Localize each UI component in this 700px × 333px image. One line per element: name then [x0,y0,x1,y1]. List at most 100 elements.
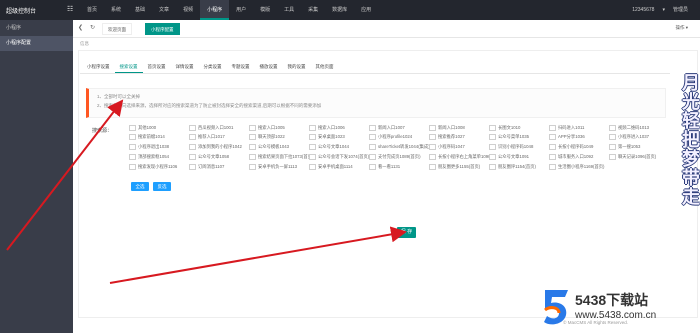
search-channel-checkbox[interactable]: 西瓜视频入口1001 [189,124,249,131]
account-name[interactable]: 管理员 [673,0,688,20]
checkbox-icon[interactable] [609,153,616,160]
search-channel-checkbox[interactable]: 顶部搜索框1054 [129,153,189,160]
search-channel-checkbox[interactable]: 扫码进入1011 [549,124,609,131]
search-channel-checkbox[interactable]: 公众号文章1058 [189,153,249,160]
search-channel-checkbox[interactable]: 视频二维码1013 [609,124,669,131]
search-channel-checkbox[interactable]: 支付完成页1089(首页) [369,153,429,160]
checkbox-icon[interactable] [609,134,616,141]
checkbox-icon[interactable] [549,163,556,170]
checkbox-icon[interactable] [369,124,376,131]
subtab-other-pages[interactable]: 其他页面 [311,61,339,73]
nav-system[interactable]: 系统 [104,0,128,20]
checkbox-icon[interactable] [489,163,496,170]
tab-mini-program-config[interactable]: 小程序配置 [145,23,180,35]
checkbox-icon[interactable] [609,124,616,131]
search-channel-checkbox[interactable]: 公众号文章1091 [489,153,549,160]
search-channel-checkbox[interactable]: 小程序profile1024 [369,134,429,141]
search-channel-checkbox[interactable]: 识别小程序码1048 [489,144,549,151]
checkbox-icon[interactable] [489,144,496,151]
search-channel-checkbox[interactable]: 搜索前缀1014 [129,134,189,141]
select-all-button[interactable]: 全选 [131,182,149,191]
search-channel-checkbox[interactable]: 新闻入口1007 [369,124,429,131]
checkbox-icon[interactable] [189,144,196,151]
search-channel-checkbox[interactable]: shareTicket转发1044(集成) [369,144,429,151]
tab-welcome[interactable]: 欢迎页面 [102,23,132,35]
checkbox-icon[interactable] [429,144,436,151]
refresh-icon[interactable]: ↻ [90,24,95,31]
search-channel-checkbox[interactable]: 搜索入口1006 [309,124,369,131]
search-channel-checkbox[interactable]: 新闻入口1008 [429,124,489,131]
search-channel-checkbox[interactable]: 公众号菜单1035 [489,134,549,141]
checkbox-icon[interactable] [489,124,496,131]
subtab-play-settings[interactable]: 播放设置 [255,61,283,73]
search-channel-checkbox[interactable]: 搜索推荐1027 [429,134,489,141]
checkbox-icon[interactable] [429,153,436,160]
search-channel-checkbox[interactable]: 搜索结果页面下拉1073(首页) [249,153,309,160]
search-channel-checkbox[interactable]: 安卓桌面1023 [309,134,369,141]
checkbox-icon[interactable] [309,163,316,170]
nav-collect[interactable]: 采集 [301,0,325,20]
checkbox-icon[interactable] [249,144,256,151]
search-channel-checkbox[interactable]: 聊天记录1096(首页) [609,153,669,160]
invert-selection-button[interactable]: 反选 [153,182,171,191]
checkbox-icon[interactable] [489,153,496,160]
checkbox-icon[interactable] [369,163,376,170]
menu-icon[interactable]: ☷ [67,5,73,13]
checkbox-icon[interactable] [489,134,496,141]
nav-tools[interactable]: 工具 [277,0,301,20]
sidebar-item-mini-program-config[interactable]: 小程序配置 [0,36,73,51]
subtab-detail-settings[interactable]: 详情设置 [171,61,199,73]
checkbox-icon[interactable] [309,124,316,131]
nav-home[interactable]: 首页 [80,0,104,20]
checkbox-icon[interactable] [189,153,196,160]
checkbox-icon[interactable] [249,134,256,141]
operations-dropdown[interactable]: 操作 ▾ [675,25,688,31]
nav-article[interactable]: 文章 [152,0,176,20]
subtab-search-settings[interactable]: 搜索设置 [114,61,143,73]
search-channel-checkbox[interactable]: 小程序码1047 [429,144,489,151]
nav-template[interactable]: 模版 [253,0,277,20]
checkbox-icon[interactable] [189,124,196,131]
checkbox-icon[interactable] [549,134,556,141]
search-channel-checkbox[interactable]: 长图文1010 [489,124,549,131]
checkbox-icon[interactable] [309,144,316,151]
checkbox-icon[interactable] [309,134,316,141]
search-channel-checkbox[interactable]: 长按小程序码1049 [549,144,609,151]
checkbox-icon[interactable] [129,124,136,131]
subtab-topic-settings[interactable]: 专题设置 [227,61,255,73]
checkbox-icon[interactable] [609,144,616,151]
search-channel-checkbox[interactable]: 小程序退出1038 [129,144,189,151]
search-channel-checkbox[interactable]: APP分享1036 [549,134,609,141]
search-channel-checkbox[interactable]: 长按小程序右上角菜单1090 [429,153,489,160]
nav-database[interactable]: 数据库 [325,0,354,20]
search-channel-checkbox[interactable]: 搜索发现小程序1106 [129,163,189,170]
search-channel-checkbox[interactable]: 小程序进入1037 [609,134,669,141]
nav-basic[interactable]: 基础 [128,0,152,20]
search-channel-checkbox[interactable]: 城市服务入口1092 [549,153,609,160]
subtab-mini-program-settings[interactable]: 小程序设置 [82,61,115,73]
subtab-home-settings[interactable]: 首页设置 [143,61,171,73]
save-button[interactable]: 保 存 [397,227,416,238]
checkbox-icon[interactable] [129,163,136,170]
search-channel-checkbox[interactable]: 搜索入口1005 [249,124,309,131]
search-channel-checkbox[interactable]: 其他1000 [129,124,189,131]
checkbox-icon[interactable] [189,134,196,141]
checkbox-icon[interactable] [309,153,316,160]
nav-apps[interactable]: 应用 [354,0,378,20]
search-channel-checkbox[interactable]: 看一看1131 [369,163,429,170]
checkbox-icon[interactable] [549,124,556,131]
search-channel-checkbox[interactable]: 公众号会话下发1074(首页) [309,153,369,160]
checkbox-icon[interactable] [369,153,376,160]
search-channel-checkbox[interactable]: 公众号模板1043 [249,144,309,151]
user-menu-icon[interactable]: ▾ [662,0,665,20]
nav-video[interactable]: 视频 [176,0,200,20]
search-channel-checkbox[interactable]: 安卓手机桌面1114 [309,163,369,170]
checkbox-icon[interactable] [129,153,136,160]
checkbox-icon[interactable] [429,124,436,131]
checkbox-icon[interactable] [429,163,436,170]
admin-logo[interactable]: 超级控制台 [6,6,36,15]
search-channel-checkbox[interactable]: 朋友圈更多1155(首页) [429,163,489,170]
checkbox-icon[interactable] [249,153,256,160]
search-channel-checkbox[interactable]: 推荐入口1017 [189,134,249,141]
search-channel-checkbox[interactable]: 朋友圈评1154(首页) [489,163,549,170]
